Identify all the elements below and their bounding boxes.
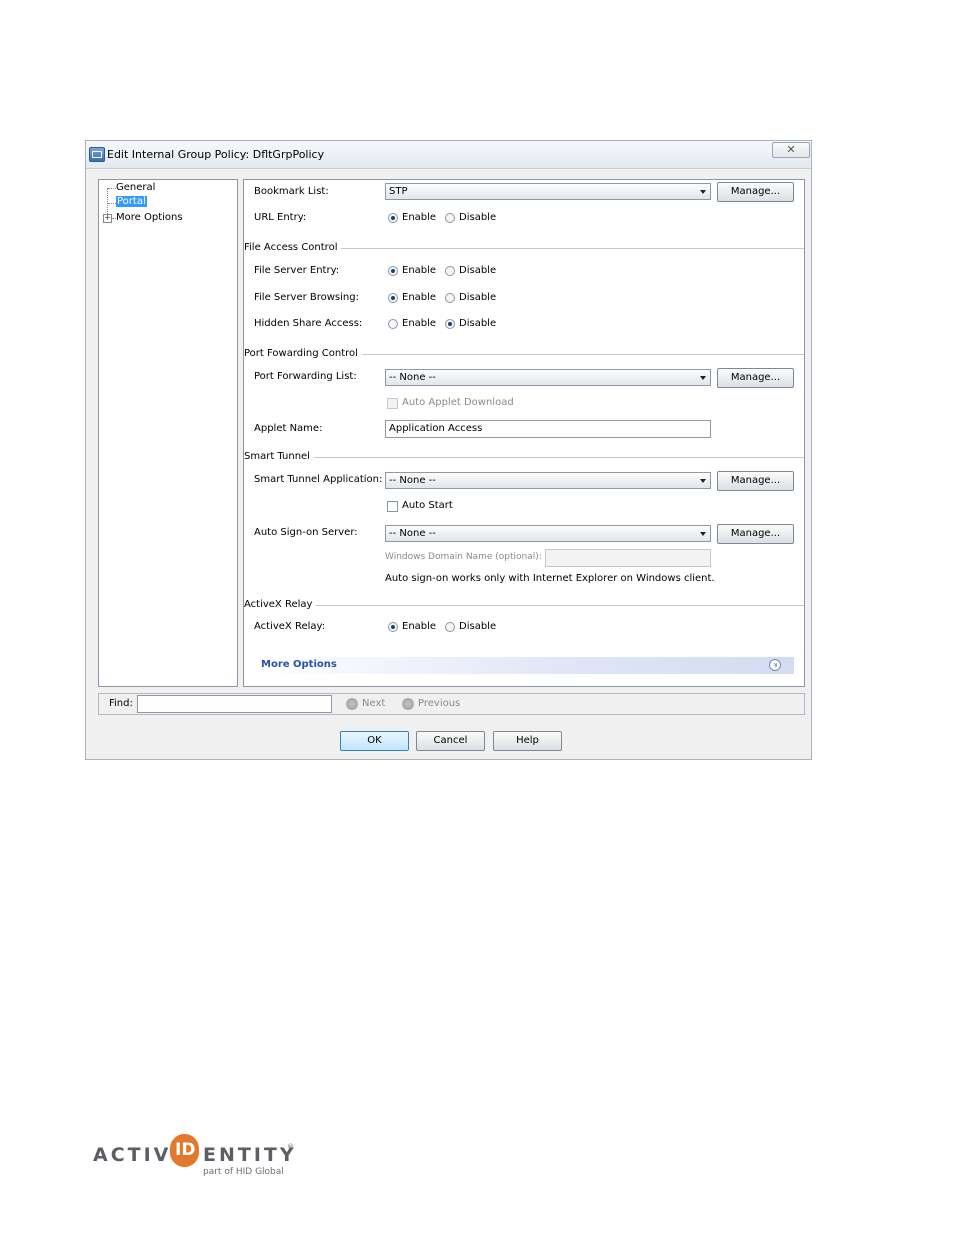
logo-id-text: ID — [175, 1140, 196, 1160]
auto-sign-on-server-value: -- None -- — [389, 528, 436, 539]
bookmark-list-label: Bookmark List: — [254, 186, 329, 197]
logo-tagline: part of HID Global — [203, 1167, 284, 1177]
next-arrow-icon[interactable] — [346, 698, 358, 710]
close-icon[interactable]: ✕ — [772, 142, 810, 158]
applet-name-input[interactable]: Application Access — [385, 420, 711, 438]
bookmark-list-value: STP — [389, 186, 408, 197]
find-previous-button[interactable]: Previous — [418, 698, 460, 709]
chevron-down-icon — [700, 376, 706, 380]
double-chevron-down-icon[interactable]: » — [769, 659, 781, 671]
tree-item-general[interactable]: General — [116, 182, 155, 193]
hidden-share-disable-radio[interactable] — [445, 319, 455, 329]
url-entry-label: URL Entry: — [254, 212, 307, 223]
hidden-share-enable-radio[interactable] — [388, 319, 398, 329]
file-server-browsing-enable-radio[interactable] — [388, 293, 398, 303]
cancel-button[interactable]: Cancel — [416, 731, 485, 751]
activex-enable-radio[interactable] — [388, 622, 398, 632]
file-server-entry-enable-label: Enable — [402, 265, 437, 276]
port-forwarding-manage-button[interactable]: Manage... — [717, 368, 794, 388]
more-options-label: More Options — [261, 659, 337, 670]
file-server-entry-label: File Server Entry: — [254, 265, 340, 276]
url-entry-enable-label: Enable — [402, 212, 437, 223]
file-access-section-title: File Access Control — [244, 242, 342, 253]
edit-group-policy-dialog: Edit Internal Group Policy: DfltGrpPolic… — [85, 140, 812, 760]
auto-applet-download-label: Auto Applet Download — [402, 397, 514, 408]
file-server-browsing-enable-label: Enable — [402, 292, 437, 303]
actividentity-logo: ACTIV ID ENTITY ® part of HID Global — [93, 1133, 303, 1183]
file-server-browsing-disable-label: Disable — [459, 292, 497, 303]
logo-text-right: ENTITY — [203, 1144, 297, 1166]
navigation-tree: General Portal + More Options — [98, 179, 238, 687]
activex-relay-label: ActiveX Relay: — [254, 621, 326, 632]
bookmark-list-select[interactable]: STP — [385, 183, 711, 200]
title-bar[interactable]: Edit Internal Group Policy: DfltGrpPolic… — [86, 141, 811, 169]
smart-tunnel-manage-button[interactable]: Manage... — [717, 471, 794, 491]
portal-settings-panel: Bookmark List: STP Manage... URL Entry: … — [243, 179, 805, 687]
tree-item-more-options[interactable]: More Options — [116, 212, 183, 223]
file-server-entry-disable-radio[interactable] — [445, 266, 455, 276]
find-bar: Find: Next Previous — [98, 693, 805, 715]
more-options-bar[interactable]: More Options » — [254, 657, 794, 674]
smart-tunnel-application-select[interactable]: -- None -- — [385, 472, 711, 489]
windows-domain-name-input[interactable] — [545, 549, 711, 567]
auto-sign-on-manage-button[interactable]: Manage... — [717, 524, 794, 544]
logo-trademark: ® — [287, 1143, 294, 1151]
logo-id-mark: ID — [170, 1134, 199, 1167]
dialog-title: Edit Internal Group Policy: DfltGrpPolic… — [107, 148, 325, 161]
windows-domain-name-label: Windows Domain Name (optional): — [385, 552, 542, 562]
section-divider — [244, 605, 804, 606]
chevron-down-icon — [700, 190, 706, 194]
auto-applet-download-checkbox[interactable] — [387, 398, 398, 409]
url-entry-disable-label: Disable — [459, 212, 497, 223]
chevron-down-icon — [700, 532, 706, 536]
activex-enable-label: Enable — [402, 621, 437, 632]
activex-disable-radio[interactable] — [445, 622, 455, 632]
smart-tunnel-application-label: Smart Tunnel Application: — [254, 474, 383, 485]
chevron-down-icon — [700, 479, 706, 483]
find-next-button[interactable]: Next — [362, 698, 385, 709]
hidden-share-disable-label: Disable — [459, 318, 497, 329]
auto-sign-on-server-label: Auto Sign-on Server: — [254, 527, 358, 538]
auto-start-label: Auto Start — [402, 500, 453, 511]
app-icon — [89, 147, 105, 162]
activex-disable-label: Disable — [459, 621, 497, 632]
bookmark-manage-button[interactable]: Manage... — [717, 182, 794, 202]
smart-tunnel-section-title: Smart Tunnel — [244, 451, 314, 462]
tree-item-portal[interactable]: Portal — [116, 196, 147, 207]
tree-connector — [108, 203, 116, 204]
file-server-browsing-disable-radio[interactable] — [445, 293, 455, 303]
auto-sign-on-server-select[interactable]: -- None -- — [385, 525, 711, 542]
tree-connector — [108, 188, 116, 189]
hidden-share-enable-label: Enable — [402, 318, 437, 329]
ok-button[interactable]: OK — [340, 731, 409, 751]
url-entry-disable-radio[interactable] — [445, 213, 455, 223]
auto-start-checkbox[interactable] — [387, 501, 398, 512]
port-forwarding-list-label: Port Forwarding List: — [254, 371, 357, 382]
port-forwarding-list-value: -- None -- — [389, 372, 436, 383]
file-server-entry-enable-radio[interactable] — [388, 266, 398, 276]
hidden-share-access-label: Hidden Share Access: — [254, 318, 363, 329]
find-label: Find: — [109, 698, 133, 709]
logo-text-left: ACTIV — [93, 1144, 172, 1166]
url-entry-enable-radio[interactable] — [388, 213, 398, 223]
auto-sign-on-note: Auto sign-on works only with Internet Ex… — [385, 573, 715, 584]
smart-tunnel-application-value: -- None -- — [389, 475, 436, 486]
port-forwarding-section-title: Port Fowarding Control — [244, 348, 362, 359]
expand-plus-icon[interactable]: + — [103, 214, 112, 223]
section-divider — [244, 457, 804, 458]
previous-arrow-icon[interactable] — [402, 698, 414, 710]
double-chevron-glyph: » — [771, 662, 780, 668]
find-input[interactable] — [137, 695, 332, 713]
port-forwarding-list-select[interactable]: -- None -- — [385, 369, 711, 386]
applet-name-label: Applet Name: — [254, 423, 323, 434]
activex-section-title: ActiveX Relay — [244, 599, 317, 610]
help-button[interactable]: Help — [493, 731, 562, 751]
file-server-browsing-label: File Server Browsing: — [254, 292, 359, 303]
file-server-entry-disable-label: Disable — [459, 265, 497, 276]
